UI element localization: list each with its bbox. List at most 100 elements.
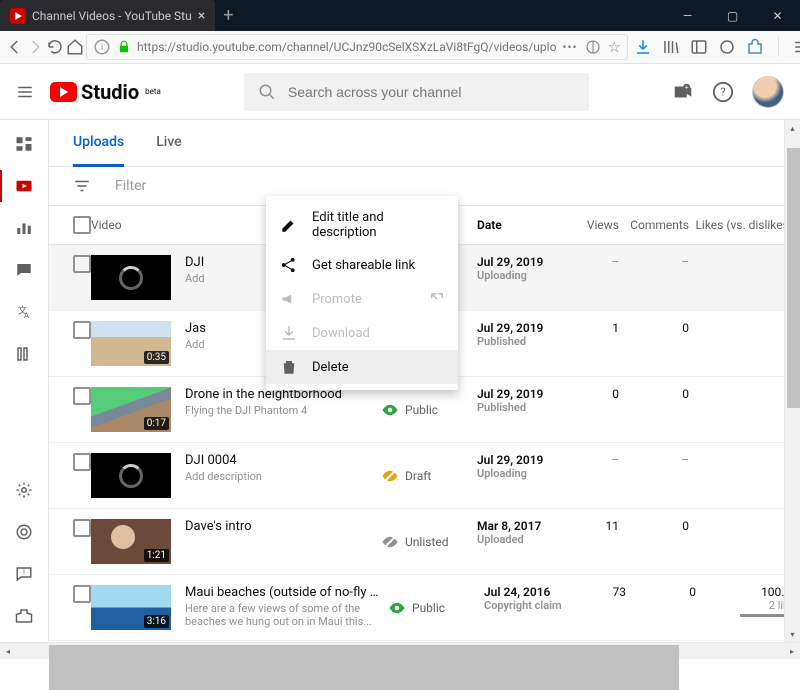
ctx-share[interactable]: Get shareable link	[266, 248, 458, 282]
visibility-cell[interactable]: Public	[388, 585, 484, 630]
sidebar-creator-studio[interactable]	[12, 604, 36, 628]
external-link-icon	[428, 290, 446, 308]
video-description: Flying the DJI Phantom 4	[185, 404, 342, 417]
svg-text:?: ?	[720, 85, 725, 98]
ctx-delete[interactable]: Delete	[266, 350, 458, 384]
scroll-down-icon[interactable]: ▾	[785, 626, 800, 642]
library-icon[interactable]	[662, 38, 680, 56]
video-thumbnail[interactable]: 0:17	[91, 387, 171, 432]
vertical-scrollbar[interactable]: ▴ ▾	[784, 120, 800, 642]
video-description: Add description	[185, 470, 262, 483]
nav-hamburger-icon[interactable]	[16, 83, 34, 101]
row-checkbox[interactable]	[73, 321, 91, 339]
video-title[interactable]: DJI 0004	[185, 453, 262, 468]
browser-tab[interactable]: Channel Videos - YouTube Stu ×	[0, 0, 215, 31]
minimize-button[interactable]: —	[665, 0, 710, 31]
sidebar-comments[interactable]	[12, 258, 36, 282]
sidebar-icon[interactable]	[690, 38, 708, 56]
tab-close-icon[interactable]: ×	[198, 8, 205, 24]
tab-uploads[interactable]: Uploads	[73, 120, 124, 167]
row-checkbox[interactable]	[73, 255, 91, 273]
reader-icon[interactable]	[584, 38, 602, 56]
reload-button[interactable]	[46, 33, 64, 61]
loading-spinner-icon	[119, 266, 143, 290]
window-controls: — ▢ ✕	[665, 0, 800, 31]
url-box[interactable]: i https://studio.youtube.com/channel/UCJ…	[86, 34, 628, 60]
separator	[778, 37, 779, 57]
select-all-checkbox[interactable]	[73, 216, 91, 234]
new-tab-button[interactable]: +	[215, 0, 241, 31]
comments-cell: –	[619, 255, 689, 300]
video-thumbnail[interactable]: 1:21	[91, 519, 171, 564]
extension-icon-2[interactable]	[746, 38, 764, 56]
home-button[interactable]	[66, 33, 84, 61]
col-comments[interactable]: Comments	[619, 218, 689, 232]
ctx-edit[interactable]: Edit title and description	[266, 202, 458, 248]
date-cell: Jul 24, 2016Copyright claim	[484, 585, 574, 630]
forward-button[interactable]	[26, 33, 44, 61]
search-input[interactable]	[288, 84, 575, 100]
trash-icon	[280, 358, 298, 376]
video-description: Add	[185, 272, 205, 285]
row-checkbox[interactable]	[73, 585, 91, 603]
back-button[interactable]	[6, 33, 24, 61]
video-title[interactable]: Dave's intro	[185, 519, 252, 534]
video-thumbnail[interactable]: 0:35	[91, 321, 171, 366]
bookmark-icon[interactable]: ☆	[608, 38, 621, 56]
scroll-up-icon[interactable]: ▴	[785, 120, 800, 136]
help-icon[interactable]: ?	[712, 81, 734, 103]
video-title[interactable]: Jas	[185, 321, 206, 336]
col-date[interactable]: Date	[477, 218, 567, 232]
horizontal-scrollbar[interactable]: ◂ ▸	[0, 642, 800, 659]
row-checkbox[interactable]	[73, 519, 91, 537]
duration-badge: 1:21	[144, 549, 169, 562]
views-cell: –	[567, 255, 619, 300]
tab-live[interactable]: Live	[156, 120, 181, 166]
scroll-thumb-v[interactable]	[787, 148, 800, 408]
sidebar-feedback[interactable]: !	[12, 562, 36, 586]
close-window-button[interactable]: ✕	[755, 0, 800, 31]
downloads-icon[interactable]	[634, 38, 652, 56]
sidebar-settings[interactable]	[12, 478, 36, 502]
search-box[interactable]	[244, 73, 589, 111]
duration-badge: 3:16	[144, 615, 169, 628]
visibility-cell[interactable]: Draft	[381, 453, 477, 498]
col-likes[interactable]: Likes (vs. dislikes)	[689, 218, 793, 232]
sidebar-whatsnew[interactable]	[12, 520, 36, 544]
sidebar-translations[interactable]: 文A	[12, 300, 36, 324]
col-views[interactable]: Views	[567, 218, 619, 232]
header-buttons: + ?	[672, 76, 784, 108]
video-thumbnail[interactable]: 3:16	[91, 585, 171, 630]
filter-placeholder[interactable]: Filter	[115, 178, 146, 194]
video-row[interactable]: 1:21Dave's introUnlistedMar 8, 2017Uploa…	[49, 509, 784, 575]
video-title[interactable]: Maui beaches (outside of no-fly zo...	[185, 585, 380, 600]
row-checkbox[interactable]	[73, 387, 91, 405]
scroll-right-icon[interactable]: ▸	[784, 643, 800, 659]
extension-icon-1[interactable]	[718, 38, 736, 56]
video-meta: Drone in the neightborhoodFlying the DJI…	[185, 387, 342, 432]
url-text: https://studio.youtube.com/channel/UCJnz…	[137, 40, 556, 54]
sidebar-library[interactable]	[12, 342, 36, 366]
visibility-cell[interactable]: Public	[381, 387, 477, 432]
page-actions-icon[interactable]: •••	[562, 40, 577, 54]
sidebar-dashboard[interactable]	[12, 132, 36, 156]
user-avatar[interactable]	[752, 76, 784, 108]
scroll-thumb-h[interactable]	[49, 645, 679, 690]
maximize-button[interactable]: ▢	[710, 0, 755, 31]
studio-logo[interactable]: Studiobeta	[50, 80, 161, 104]
video-thumbnail[interactable]	[91, 453, 171, 498]
search-container	[177, 73, 656, 111]
video-thumbnail[interactable]	[91, 255, 171, 300]
sidebar-analytics[interactable]	[12, 216, 36, 240]
video-row[interactable]: 3:16 Maui beaches (outside of no-fly zo..…	[49, 575, 784, 641]
video-row[interactable]: DJI 0004Add descriptionDraftJul 29, 2019…	[49, 443, 784, 509]
search-icon	[258, 83, 276, 101]
video-title[interactable]: DJI	[185, 255, 205, 270]
scroll-left-icon[interactable]: ◂	[0, 643, 16, 659]
sidebar-videos[interactable]	[12, 174, 36, 198]
row-checkbox[interactable]	[73, 453, 91, 471]
visibility-cell[interactable]: Unlisted	[381, 519, 477, 564]
filter-icon[interactable]	[73, 177, 91, 195]
create-video-icon[interactable]: +	[672, 81, 694, 103]
hamburger-menu-icon[interactable]	[793, 38, 800, 56]
